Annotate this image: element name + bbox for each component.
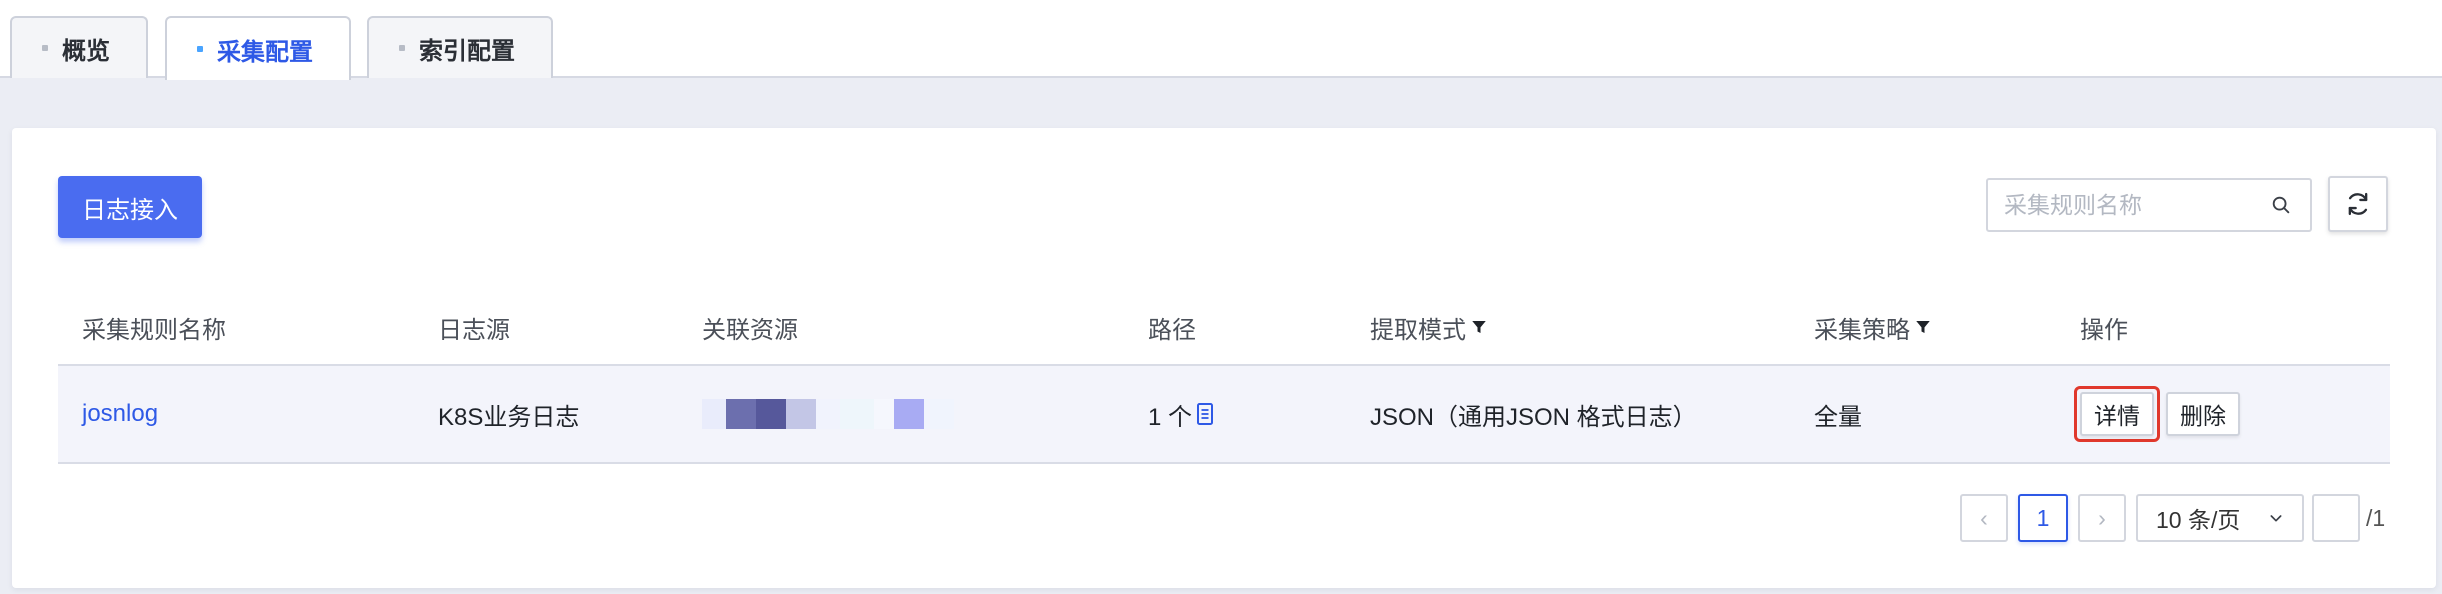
total-pages: /1 (2366, 504, 2386, 531)
header-log-source: 日志源 (438, 316, 510, 344)
page-size-select[interactable]: 10 条/页 (2136, 494, 2304, 542)
tab-label: 概览 (62, 37, 110, 65)
log-source-cell: K8S业务日志 (438, 403, 580, 431)
tab-collect-config[interactable]: 采集配置 (165, 16, 351, 80)
page-number-button[interactable]: 1 (2018, 494, 2068, 542)
page-jump-input[interactable] (2312, 494, 2360, 542)
search-input[interactable] (1988, 191, 2258, 219)
tab-dot-icon (399, 45, 405, 51)
search-box (1986, 178, 2312, 232)
page-size-value: 10 条/页 (2156, 507, 2241, 533)
header-collect-policy: 采集策略 (1814, 288, 1932, 366)
header-collect-policy-label: 采集策略 (1814, 316, 1910, 344)
tab-bar: 概览 采集配置 索引配置 (0, 0, 2442, 80)
content-panel: 日志接入 采集规则名称 日志源 关联资源 路径 提取模式 (12, 128, 2436, 588)
search-icon[interactable] (2270, 194, 2292, 216)
tab-index-config[interactable]: 索引配置 (367, 16, 553, 78)
related-resource-cell (702, 366, 954, 462)
path-cell: 1 个 (1148, 366, 1214, 462)
path-count: 1 个 (1148, 403, 1193, 431)
refresh-button[interactable] (2328, 176, 2388, 232)
filter-icon[interactable] (1470, 318, 1488, 336)
header-path: 路径 (1148, 316, 1196, 344)
tab-label: 采集配置 (217, 38, 313, 66)
chevron-down-icon (2270, 515, 2282, 522)
filter-icon[interactable] (1914, 318, 1932, 336)
header-extract-mode: 提取模式 (1370, 288, 1488, 366)
table-header: 采集规则名称 日志源 关联资源 路径 提取模式 采集策略 操作 (58, 288, 2390, 366)
actions-cell: 详情 删除 (2074, 366, 2240, 462)
extract-mode-cell: JSON（通用JSON 格式日志） (1370, 403, 1697, 431)
header-related-resource: 关联资源 (702, 316, 798, 344)
next-page-button[interactable]: › (2078, 494, 2126, 542)
highlight-box: 详情 (2074, 386, 2160, 442)
collect-policy-cell: 全量 (1814, 403, 1862, 431)
rule-name-link[interactable]: josnlog (82, 366, 158, 462)
delete-button[interactable]: 删除 (2166, 392, 2240, 436)
header-actions: 操作 (2080, 316, 2128, 344)
header-extract-mode-label: 提取模式 (1370, 316, 1466, 344)
tab-overview[interactable]: 概览 (10, 16, 148, 78)
prev-page-button[interactable]: ‹ (1960, 494, 2008, 542)
table-row: josnlog K8S业务日志 1 个 JSON（通用JSON 格式日志） 全量… (58, 366, 2390, 464)
document-icon[interactable] (1196, 402, 1214, 426)
tab-label: 索引配置 (419, 37, 515, 65)
detail-button[interactable]: 详情 (2080, 392, 2154, 436)
collect-rules-table: 采集规则名称 日志源 关联资源 路径 提取模式 采集策略 操作 josnlog … (58, 288, 2390, 464)
redacted-resource-image (702, 399, 954, 429)
log-access-button[interactable]: 日志接入 (58, 176, 202, 238)
refresh-icon (2348, 192, 2368, 216)
tab-dot-icon (42, 45, 48, 51)
header-rule-name: 采集规则名称 (82, 316, 226, 344)
tab-dot-icon (197, 46, 203, 52)
